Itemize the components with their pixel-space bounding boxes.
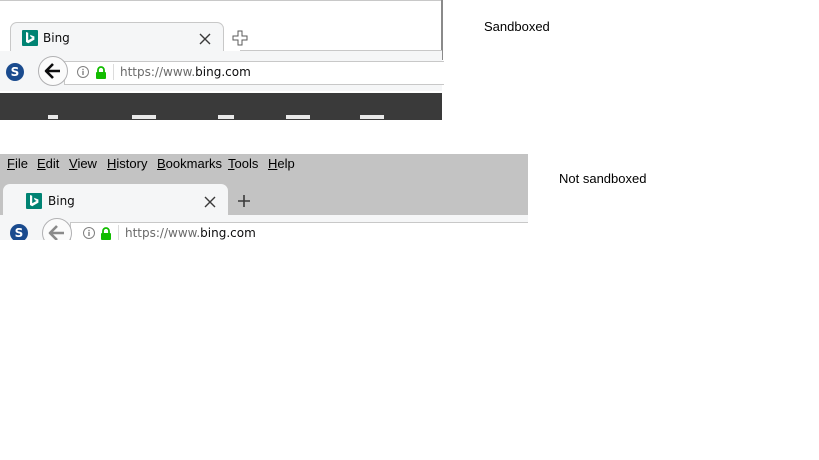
back-arrow-icon [48,225,64,240]
close-icon[interactable] [198,31,212,45]
back-button[interactable] [42,218,72,240]
menu-edit[interactable]: Edit [37,156,59,171]
lock-icon [95,65,107,79]
tab-bing[interactable]: Bing [10,22,224,53]
url-bar[interactable]: https://www.bing.com [70,222,528,240]
url-separator [118,225,119,240]
menu-file[interactable]: File [7,156,28,171]
tab-title: Bing [43,31,70,45]
menu-tools[interactable]: Tools [228,156,258,171]
info-icon[interactable] [77,66,89,78]
tab-bing[interactable]: Bing [3,184,228,216]
url-text: https://www.bing.com [125,226,256,240]
sync-icon[interactable]: S [10,224,28,240]
sync-icon[interactable]: S [6,63,24,81]
sandboxed-browser-screenshot: Bing S https://www.bing.com [0,0,444,120]
url-text: https://www.bing.com [120,65,251,79]
menu-bar: File Edit View History Bookmarks Tools H… [0,154,528,176]
close-icon[interactable] [203,194,217,208]
dark-toolbar [0,93,442,120]
back-button[interactable] [38,56,68,86]
menu-bookmarks[interactable]: Bookmarks [157,156,222,171]
lock-icon [100,226,112,240]
not-sandboxed-label: Not sandboxed [559,171,647,186]
back-arrow-icon [44,63,60,79]
bing-logo-icon [22,30,38,46]
sandboxed-label: Sandboxed [484,19,550,34]
menu-help[interactable]: Help [268,156,295,171]
url-separator [113,64,114,80]
new-tab-icon[interactable] [236,193,252,209]
new-tab-icon[interactable] [232,30,248,46]
bing-logo-icon [26,193,42,209]
url-bar[interactable]: https://www.bing.com [64,61,444,85]
menu-view[interactable]: View [69,156,97,171]
not-sandboxed-browser-screenshot: File Edit View History Bookmarks Tools H… [0,154,528,240]
window-frame-top [0,0,442,1]
info-icon[interactable] [83,227,95,239]
tab-title: Bing [48,194,75,208]
menu-history[interactable]: History [107,156,147,171]
